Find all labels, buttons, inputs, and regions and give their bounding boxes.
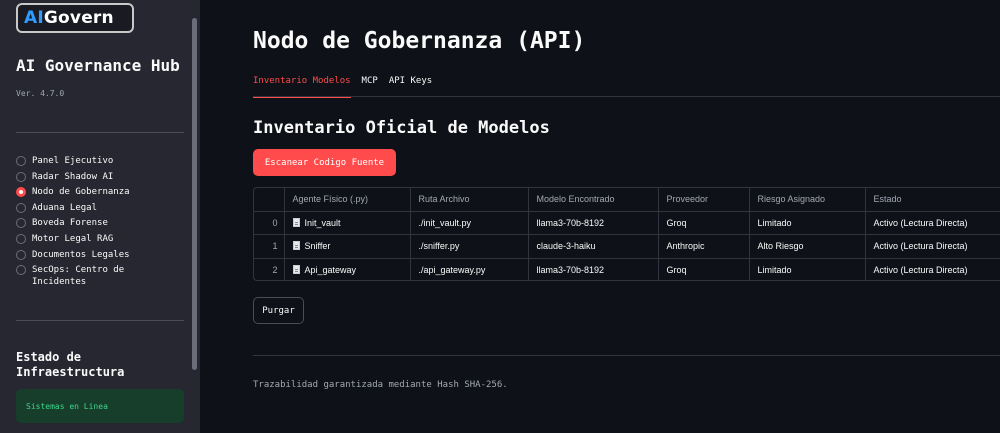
cell-agente[interactable]: Api_gateway: [284, 258, 411, 280]
table-row[interactable]: 1 Sniffer ./sniffer.py claude-3-haiku An…: [254, 234, 1000, 259]
app-logo: AI Govern: [16, 3, 134, 33]
cell-modelo[interactable]: llama3-70b-8192: [528, 258, 659, 280]
version-label: Ver. 4.7.0: [16, 89, 65, 98]
nav-item-nodo-de-gobernanza[interactable]: Nodo de Gobernanza: [16, 186, 188, 198]
sidebar-divider: [16, 320, 184, 321]
page-title: Nodo de Gobernanza (API): [253, 28, 586, 54]
sidebar: AI Govern AI Governance Hub Ver. 4.7.0 Pa…: [0, 0, 200, 433]
cell-riesgo[interactable]: Limitado: [749, 258, 866, 280]
cell-modelo[interactable]: llama3-70b-8192: [528, 211, 659, 235]
nav-item-label: Documentos Legales: [32, 249, 130, 260]
tab-api-keys[interactable]: API Keys: [389, 72, 432, 98]
tab-inventario-modelos[interactable]: Inventario Modelos: [253, 72, 351, 98]
status-badge: Sistemas en Linea: [16, 389, 184, 423]
table-header-row: Agente Físico (.py) Ruta Archivo Modelo …: [254, 188, 1000, 212]
scan-source-button[interactable]: Escanear Codigo Fuente: [253, 149, 396, 176]
cell-text: Api_gateway: [304, 265, 357, 275]
radio-icon[interactable]: [16, 218, 26, 229]
cell-modelo[interactable]: claude-3-haiku: [528, 234, 659, 259]
column-header-ruta[interactable]: Ruta Archivo: [410, 188, 529, 212]
radio-icon[interactable]: [16, 265, 26, 276]
section-title: Inventario Oficial de Modelos: [253, 118, 550, 138]
nav-item-motor-legal-rag[interactable]: Motor Legal RAG: [16, 233, 188, 245]
nav-item-aduana-legal[interactable]: Aduana Legal: [16, 202, 188, 214]
row-index: 0: [254, 211, 285, 235]
radio-icon[interactable]: [16, 187, 26, 198]
column-header-modelo[interactable]: Modelo Encontrado: [528, 188, 659, 212]
radio-icon[interactable]: [16, 233, 26, 244]
logo-ai-text: AI: [24, 8, 44, 28]
nav-item-label: Radar Shadow AI: [32, 171, 114, 182]
nav-item-panel-ejecutivo[interactable]: Panel Ejecutivo: [16, 155, 188, 167]
radio-icon[interactable]: [16, 249, 26, 260]
cell-text: Sniffer: [304, 241, 331, 252]
nav-item-documentos-legales[interactable]: Documentos Legales: [16, 249, 188, 261]
file-icon: [292, 217, 300, 227]
tab-mcp[interactable]: MCP: [362, 72, 378, 98]
row-index: 2: [254, 258, 285, 280]
nav-item-label: Panel Ejecutivo: [32, 156, 114, 166]
infra-title: Estado de Infraestructura: [16, 350, 125, 379]
row-index: 1: [254, 234, 285, 259]
logo-govern-text: Govern: [43, 8, 114, 28]
radio-icon[interactable]: [16, 156, 26, 166]
nav-item-radar-shadow-ai[interactable]: Radar Shadow AI: [16, 171, 188, 183]
table-row[interactable]: 0 Init_vault ./init_vault.py llama3-70b-…: [254, 211, 1000, 235]
column-header-estado[interactable]: Estado: [865, 188, 1000, 212]
table-row[interactable]: 2 Api_gateway ./api_gateway.py llama3-70…: [254, 258, 1000, 280]
nav-item-boveda-forense[interactable]: Boveda Forense: [16, 217, 188, 229]
models-table[interactable]: Agente Físico (.py) Ruta Archivo Modelo …: [253, 187, 1000, 281]
cell-estado[interactable]: Activo (Lectura Directa): [865, 258, 1000, 280]
cell-proveedor[interactable]: Groq: [658, 211, 750, 235]
nav-item-secops[interactable]: SecOps: Centro de Incidentes: [16, 264, 188, 288]
nav-item-label: Nodo de Gobernanza: [32, 187, 130, 198]
cell-proveedor[interactable]: Anthropic: [658, 234, 750, 259]
cell-agente[interactable]: Init_vault: [284, 211, 411, 235]
cell-proveedor[interactable]: Groq: [658, 258, 750, 280]
tab-divider: [253, 96, 1000, 97]
nav-item-label: Aduana Legal: [32, 202, 98, 213]
radio-icon[interactable]: [16, 202, 26, 213]
cell-ruta[interactable]: ./sniffer.py: [410, 234, 529, 259]
sidebar-title: AI Governance Hub: [16, 56, 180, 75]
nav-item-label: SecOps: Centro de Incidentes: [32, 265, 125, 288]
cell-text: Init_vault: [304, 217, 341, 228]
main-content: Nodo de Gobernanza (API) Inventario Mode…: [200, 0, 1000, 433]
file-icon: [292, 265, 300, 274]
sidebar-divider: [16, 132, 184, 133]
footer-divider: [253, 355, 1000, 356]
sidebar-scrollbar[interactable]: [192, 18, 197, 370]
footer-note: Trazabilidad garantizada mediante Hash S…: [253, 380, 508, 390]
cell-riesgo[interactable]: Alto Riesgo: [749, 234, 866, 259]
cell-estado[interactable]: Activo (Lectura Directa): [865, 234, 1000, 259]
column-header-index[interactable]: [254, 188, 285, 212]
cell-ruta[interactable]: ./init_vault.py: [410, 211, 529, 235]
column-header-proveedor[interactable]: Proveedor: [658, 188, 750, 212]
tab-bar: Inventario Modelos MCP API Keys: [253, 72, 443, 98]
radio-icon[interactable]: [16, 171, 26, 182]
purge-button[interactable]: Purgar: [253, 297, 304, 324]
cell-riesgo[interactable]: Limitado: [749, 211, 866, 235]
nav-item-label: Motor Legal RAG: [32, 233, 114, 244]
sidebar-nav: Panel Ejecutivo Radar Shadow AI Nodo de …: [16, 155, 188, 292]
cell-agente[interactable]: Sniffer: [284, 234, 411, 259]
column-header-agente[interactable]: Agente Físico (.py): [284, 188, 411, 212]
cell-estado[interactable]: Activo (Lectura Directa): [865, 211, 1000, 235]
nav-item-label: Boveda Forense: [32, 218, 108, 229]
column-header-riesgo[interactable]: Riesgo Asignado: [749, 188, 866, 212]
file-icon: [292, 241, 300, 251]
cell-ruta[interactable]: ./api_gateway.py: [410, 258, 529, 280]
